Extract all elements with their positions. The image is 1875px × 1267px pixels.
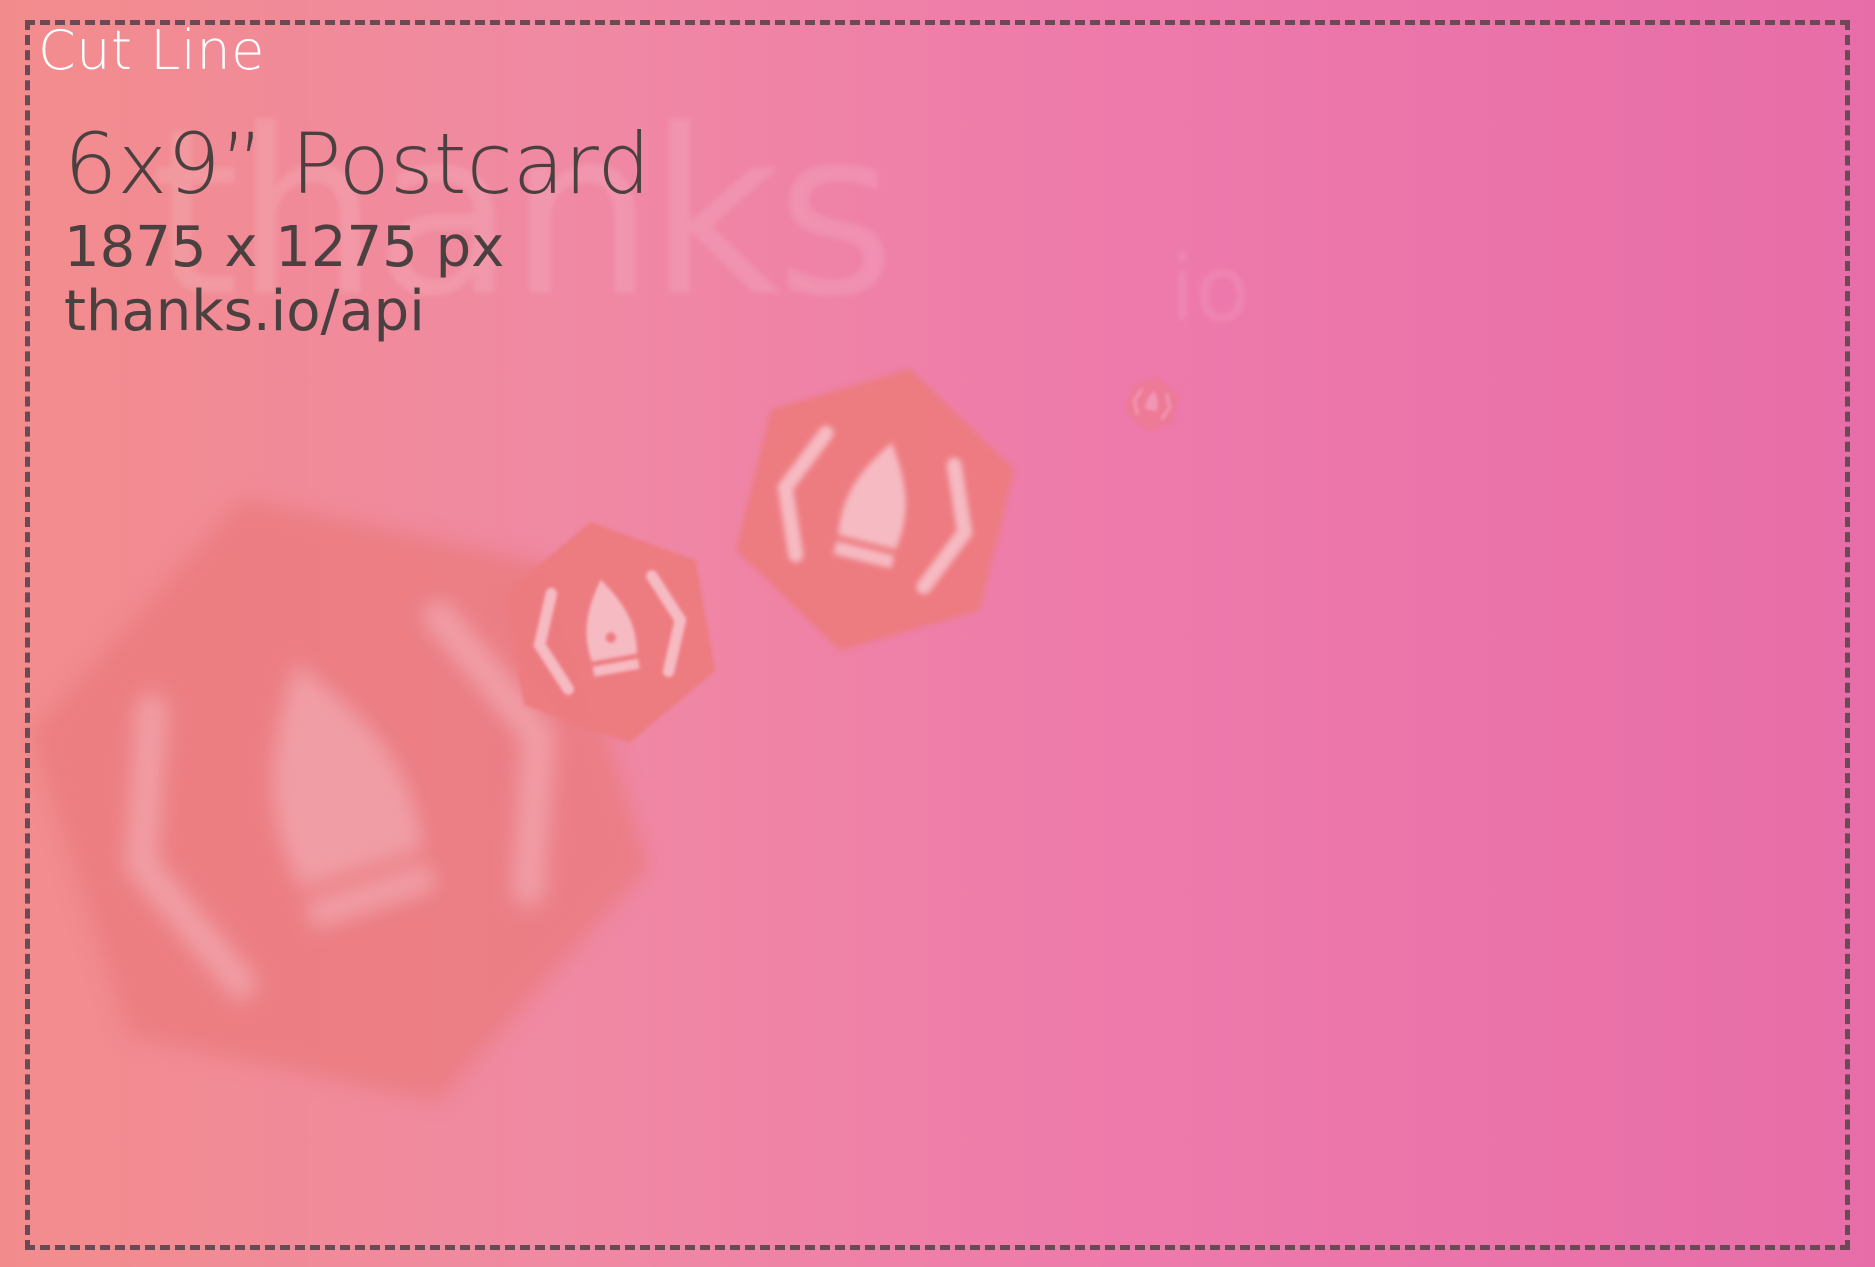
postcard-info: 6x9” Postcard 1875 x 1275 px thanks.io/a… — [64, 122, 651, 345]
postcard-title: 6x9” Postcard — [64, 115, 651, 213]
cut-line-label: Cut Line — [38, 19, 265, 82]
postcard-dimensions: 1875 x 1275 px — [64, 215, 505, 280]
postcard-url: thanks.io/api — [64, 279, 425, 345]
postcard-background: thanks io Cut Line 6x9” Postcard 1875 x … — [0, 0, 1875, 1267]
